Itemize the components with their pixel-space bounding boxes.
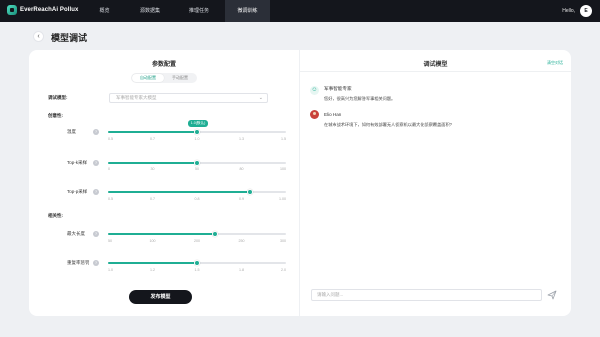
top-nav-bar: EverReachAi Pollux 概览 源数据集 推理任务 微调训练 Hel… — [0, 0, 600, 22]
divider — [300, 71, 571, 72]
chevron-down-icon: ⌄ — [258, 95, 263, 101]
tick-label: 250 — [238, 239, 245, 243]
chevron-left-icon: ‹ — [37, 33, 40, 40]
page-title: 模型调试 — [51, 33, 88, 43]
relevance-label: 相关性: — [48, 213, 63, 218]
slider-handle[interactable] — [194, 160, 200, 166]
tick-label: 80 — [239, 167, 244, 171]
tick-label: 50 — [108, 239, 112, 243]
tick-label: 100 — [280, 167, 286, 171]
chat-input[interactable]: 请输入问题... — [311, 289, 542, 301]
nav-item-finetune[interactable]: 微调训练 — [225, 0, 270, 22]
brand-name: EverReachAi Pollux — [20, 7, 79, 13]
config-mode-tabs: 自动配置 手动配置 — [131, 73, 197, 83]
config-panel: 参数配置 自动配置 手动配置 调试模型: 军事智能专家大模型 ⌄ 创意性: 1.… — [29, 50, 299, 316]
message-author: Elio Han — [324, 112, 342, 117]
chat-panel-title: 调试模型 — [423, 62, 448, 68]
greeting: Hello, — [562, 8, 575, 14]
brand[interactable]: EverReachAi Pollux — [7, 5, 79, 15]
back-button[interactable]: ‹ — [33, 31, 44, 42]
slider-handle[interactable] — [194, 260, 200, 266]
tick-label: 1.0 — [108, 268, 113, 272]
send-icon[interactable] — [547, 290, 557, 300]
param-label-temperature: 温度 — [67, 129, 76, 134]
top-p-ticks: 0.5 0.7 0.8 0.9 1.00 — [108, 197, 286, 203]
repeat-penalty-ticks: 1.0 1.2 1.5 1.8 2.0 — [108, 268, 286, 274]
info-icon[interactable]: ? — [93, 260, 99, 266]
tab-auto-config[interactable]: 自动配置 — [132, 74, 164, 82]
tick-label: 0.7 — [150, 197, 155, 201]
tick-label: 0.7 — [150, 137, 155, 141]
tick-label: 1.8 — [239, 268, 244, 272]
publish-model-button[interactable]: 发布模型 — [129, 290, 192, 304]
slider-handle[interactable] — [194, 129, 200, 135]
tick-label: 1.2 — [150, 268, 155, 272]
clear-chat-button[interactable]: 清空对话 — [547, 60, 563, 66]
tick-label: 1.0 — [194, 137, 200, 141]
chat-panel: 调试模型 清空对话 ☺ 军事智能专家 您好，很高兴为您解答军事相关问题。 Eli… — [300, 50, 571, 316]
temperature-value-badge: 1.0(默认) — [188, 120, 208, 127]
tick-label: 300 — [280, 239, 286, 243]
slider-handle[interactable] — [247, 189, 254, 195]
tick-label: 1.3 — [239, 137, 244, 141]
top-k-slider[interactable] — [108, 160, 286, 166]
temperature-ticks: 0.5 0.7 1.0 1.3 1.5 — [108, 137, 286, 143]
param-label-top-p: Top-p采样 — [67, 189, 88, 194]
chat-input-placeholder: 请输入问题... — [317, 292, 344, 297]
repeat-penalty-slider[interactable] — [108, 260, 286, 266]
max-length-ticks: 50 100 200 250 300 — [108, 239, 286, 245]
tick-label: 0.9 — [239, 197, 244, 201]
tick-label: 1.5 — [194, 268, 200, 272]
nav-item-inference[interactable]: 推理任务 — [177, 0, 221, 22]
message-author: 军事智能专家 — [324, 86, 352, 91]
tick-label: 1.5 — [281, 137, 286, 141]
bot-icon: ☺ — [310, 86, 319, 95]
avatar[interactable]: E — [580, 5, 592, 17]
tick-label: 200 — [194, 239, 200, 243]
max-length-slider[interactable] — [108, 231, 286, 237]
info-icon[interactable]: ? — [93, 189, 99, 195]
message-text: 您好，很高兴为您解答军事相关问题。 — [324, 96, 396, 101]
model-select-value: 军事智能专家大模型 — [116, 95, 157, 100]
creativity-label: 创意性: — [48, 113, 63, 118]
info-icon[interactable]: ? — [93, 160, 99, 166]
tick-label: 50 — [195, 167, 199, 171]
tick-label: 1.00 — [279, 197, 286, 201]
tick-label: 0.5 — [108, 197, 113, 201]
info-icon[interactable]: ? — [93, 129, 99, 135]
tick-label: 30 — [150, 167, 155, 171]
tick-label: 100 — [149, 239, 156, 243]
model-select[interactable]: 军事智能专家大模型 ⌄ — [109, 93, 268, 103]
tick-label: 0 — [108, 167, 110, 171]
temperature-slider[interactable] — [108, 129, 286, 135]
slider-handle[interactable] — [211, 231, 218, 237]
nav-item-datasets[interactable]: 源数据集 — [127, 0, 173, 22]
top-p-slider[interactable] — [108, 189, 286, 195]
param-label-top-k: Top-k采样 — [67, 160, 88, 165]
top-k-ticks: 0 30 50 80 100 — [108, 167, 286, 173]
message-text: 在城市战术环境下，如何有效部署无人侦察机以最大化侦察覆盖面积? — [324, 122, 452, 127]
tick-label: 0.5 — [108, 137, 113, 141]
tab-manual-config[interactable]: 手动配置 — [164, 74, 196, 82]
user-avatar — [310, 110, 319, 119]
logo-icon — [7, 5, 17, 15]
model-label: 调试模型: — [48, 95, 68, 100]
info-icon[interactable]: ? — [93, 231, 99, 237]
tick-label: 0.8 — [194, 197, 200, 201]
param-label-repeat-penalty: 重复率惩罚 — [67, 260, 90, 265]
nav-item-overview[interactable]: 概览 — [88, 0, 121, 22]
param-label-max-length: 最大长度 — [67, 231, 85, 236]
config-panel-title: 参数配置 — [151, 62, 176, 68]
tick-label: 2.0 — [281, 268, 286, 272]
main-nav: 概览 源数据集 推理任务 微调训练 — [88, 0, 270, 22]
